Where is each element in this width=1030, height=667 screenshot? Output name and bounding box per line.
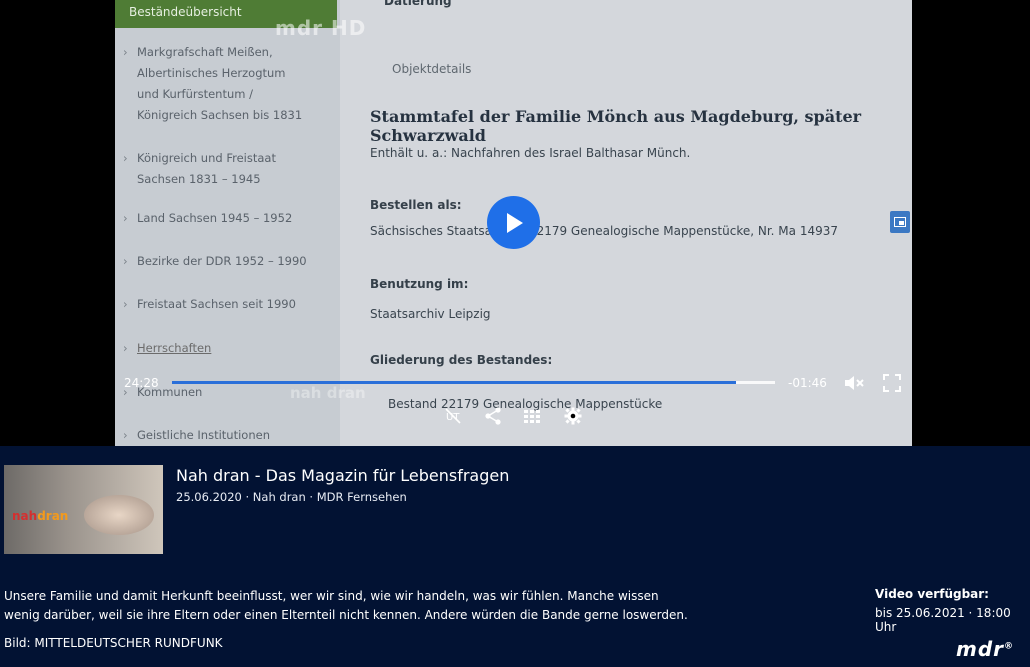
image-credit: Bild: MITTELDEUTSCHER RUNDFUNK: [4, 636, 223, 650]
mdr-hd-watermark: mdr HD: [275, 16, 367, 40]
subtitles-off-icon: UT: [445, 408, 461, 424]
share-button[interactable]: [481, 405, 505, 427]
frame-benutzung-label: Benutzung im:: [370, 277, 469, 291]
mute-button[interactable]: [842, 372, 866, 394]
subtitles-button[interactable]: UT: [441, 405, 465, 427]
episode-meta: 25.06.2020 · Nah dran · MDR Fernsehen: [176, 490, 407, 504]
frame-heading: Stammtafel der Familie Mönch aus Magdebu…: [370, 107, 862, 145]
progress-bar[interactable]: [172, 381, 775, 384]
remaining-time: -01:46: [788, 376, 827, 390]
frame-sidebar-item: Königreich und Freistaat Sachsen 1831 – …: [123, 148, 323, 190]
frame-sidebar-item: Land Sachsen 1945 – 1952: [123, 208, 292, 229]
fullscreen-button[interactable]: [881, 372, 903, 394]
progress-fill: [172, 381, 736, 384]
mute-icon: [845, 376, 864, 390]
frame-datierung: Datierung: [384, 0, 452, 8]
frame-sidebar-item: Bezirke der DDR 1952 – 1990: [123, 251, 307, 272]
play-button[interactable]: [487, 196, 540, 249]
mdr-logo: mdr®: [956, 637, 1015, 661]
frame-gliederung-label: Gliederung des Bestandes:: [370, 353, 553, 367]
thumbnail-logo: nahdran: [12, 509, 69, 523]
frame-bestellen-label: Bestellen als:: [370, 198, 462, 212]
episode-description: Unsere Familie und damit Herkunft beeinf…: [4, 589, 688, 622]
frame-enthaelt: Enthält u. a.: Nachfahren des Israel Bal…: [370, 146, 691, 160]
thumbnail-hands-image: [84, 495, 154, 535]
current-time: 24:28: [124, 376, 159, 390]
settings-icon: [564, 407, 582, 425]
frame-sidebar-item: Herrschaften: [123, 338, 211, 359]
settings-button[interactable]: [561, 405, 585, 427]
video-player[interactable]: Beständeübersicht Markgrafschaft Meißen,…: [0, 0, 1030, 446]
picture-in-picture-icon[interactable]: [890, 211, 910, 233]
frame-bestellen-value: Sächsisches Staatsarchiv, 22179 Genealog…: [370, 224, 838, 238]
frame-objektdetails: Objektdetails: [392, 62, 472, 76]
nah-dran-watermark: nah dran: [290, 384, 366, 402]
episode-thumbnail[interactable]: nahdran: [4, 465, 163, 554]
chapters-icon: [524, 410, 540, 423]
frame-benutzung-value: Staatsarchiv Leipzig: [370, 307, 491, 321]
availability-value: bis 25.06.2021 · 18:00 Uhr: [875, 606, 1011, 634]
chapters-button[interactable]: [520, 405, 544, 427]
frame-sidebar-item: Markgrafschaft Meißen, Albertinisches He…: [123, 42, 303, 126]
episode-title: Nah dran - Das Magazin für Lebensfragen: [176, 466, 510, 485]
fullscreen-icon: [883, 374, 901, 392]
frame-sidebar-item: Freistaat Sachsen seit 1990: [123, 294, 296, 315]
share-icon: [485, 407, 501, 425]
frame-sidebar-item: Geistliche Institutionen: [123, 425, 270, 446]
info-panel: nahdran Nah dran - Das Magazin für Leben…: [0, 446, 1030, 667]
availability-label: Video verfügbar:: [875, 587, 989, 601]
play-icon: [506, 212, 523, 233]
